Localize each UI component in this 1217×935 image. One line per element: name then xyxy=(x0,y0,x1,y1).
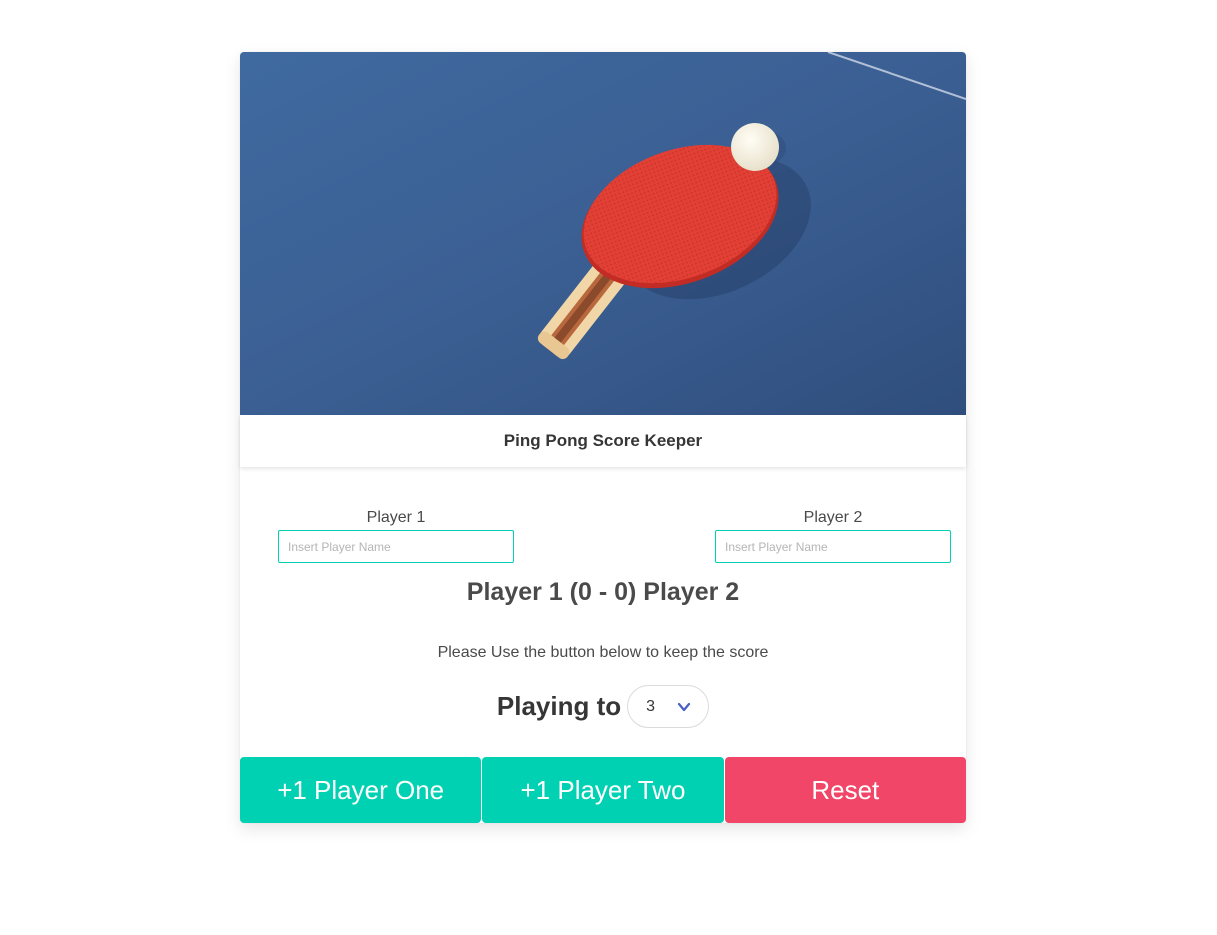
player-2-field: Player 2 xyxy=(715,507,951,563)
playing-to-row: Playing to 3 xyxy=(240,685,966,728)
reset-button[interactable]: Reset xyxy=(724,757,966,823)
player-one-plus-button[interactable]: +1 Player One xyxy=(240,757,482,823)
action-buttons: +1 Player One +1 Player Two Reset xyxy=(240,757,966,823)
player-1-label: Player 1 xyxy=(366,509,426,526)
score-display: Player 1 (0 - 0) Player 2 xyxy=(466,578,740,606)
playing-to-value: 3 xyxy=(646,698,656,715)
playing-to-select[interactable]: 3 xyxy=(627,685,710,728)
chevron-down-icon xyxy=(678,702,691,712)
player-2-name-input[interactable] xyxy=(715,530,951,563)
player-2-label: Player 2 xyxy=(803,509,863,526)
player-two-plus-button[interactable]: +1 Player Two xyxy=(482,757,724,823)
score-keeper-card: Ping Pong Score Keeper Player 1 Player 2… xyxy=(240,52,966,823)
player-1-name-input[interactable] xyxy=(278,530,514,563)
instructions-text: Please Use the button below to keep the … xyxy=(437,644,769,661)
ping-pong-hero-image xyxy=(240,52,966,415)
playing-to-label: Playing to xyxy=(496,691,622,721)
player-1-field: Player 1 xyxy=(278,507,514,563)
card-header-title: Ping Pong Score Keeper xyxy=(240,415,966,467)
